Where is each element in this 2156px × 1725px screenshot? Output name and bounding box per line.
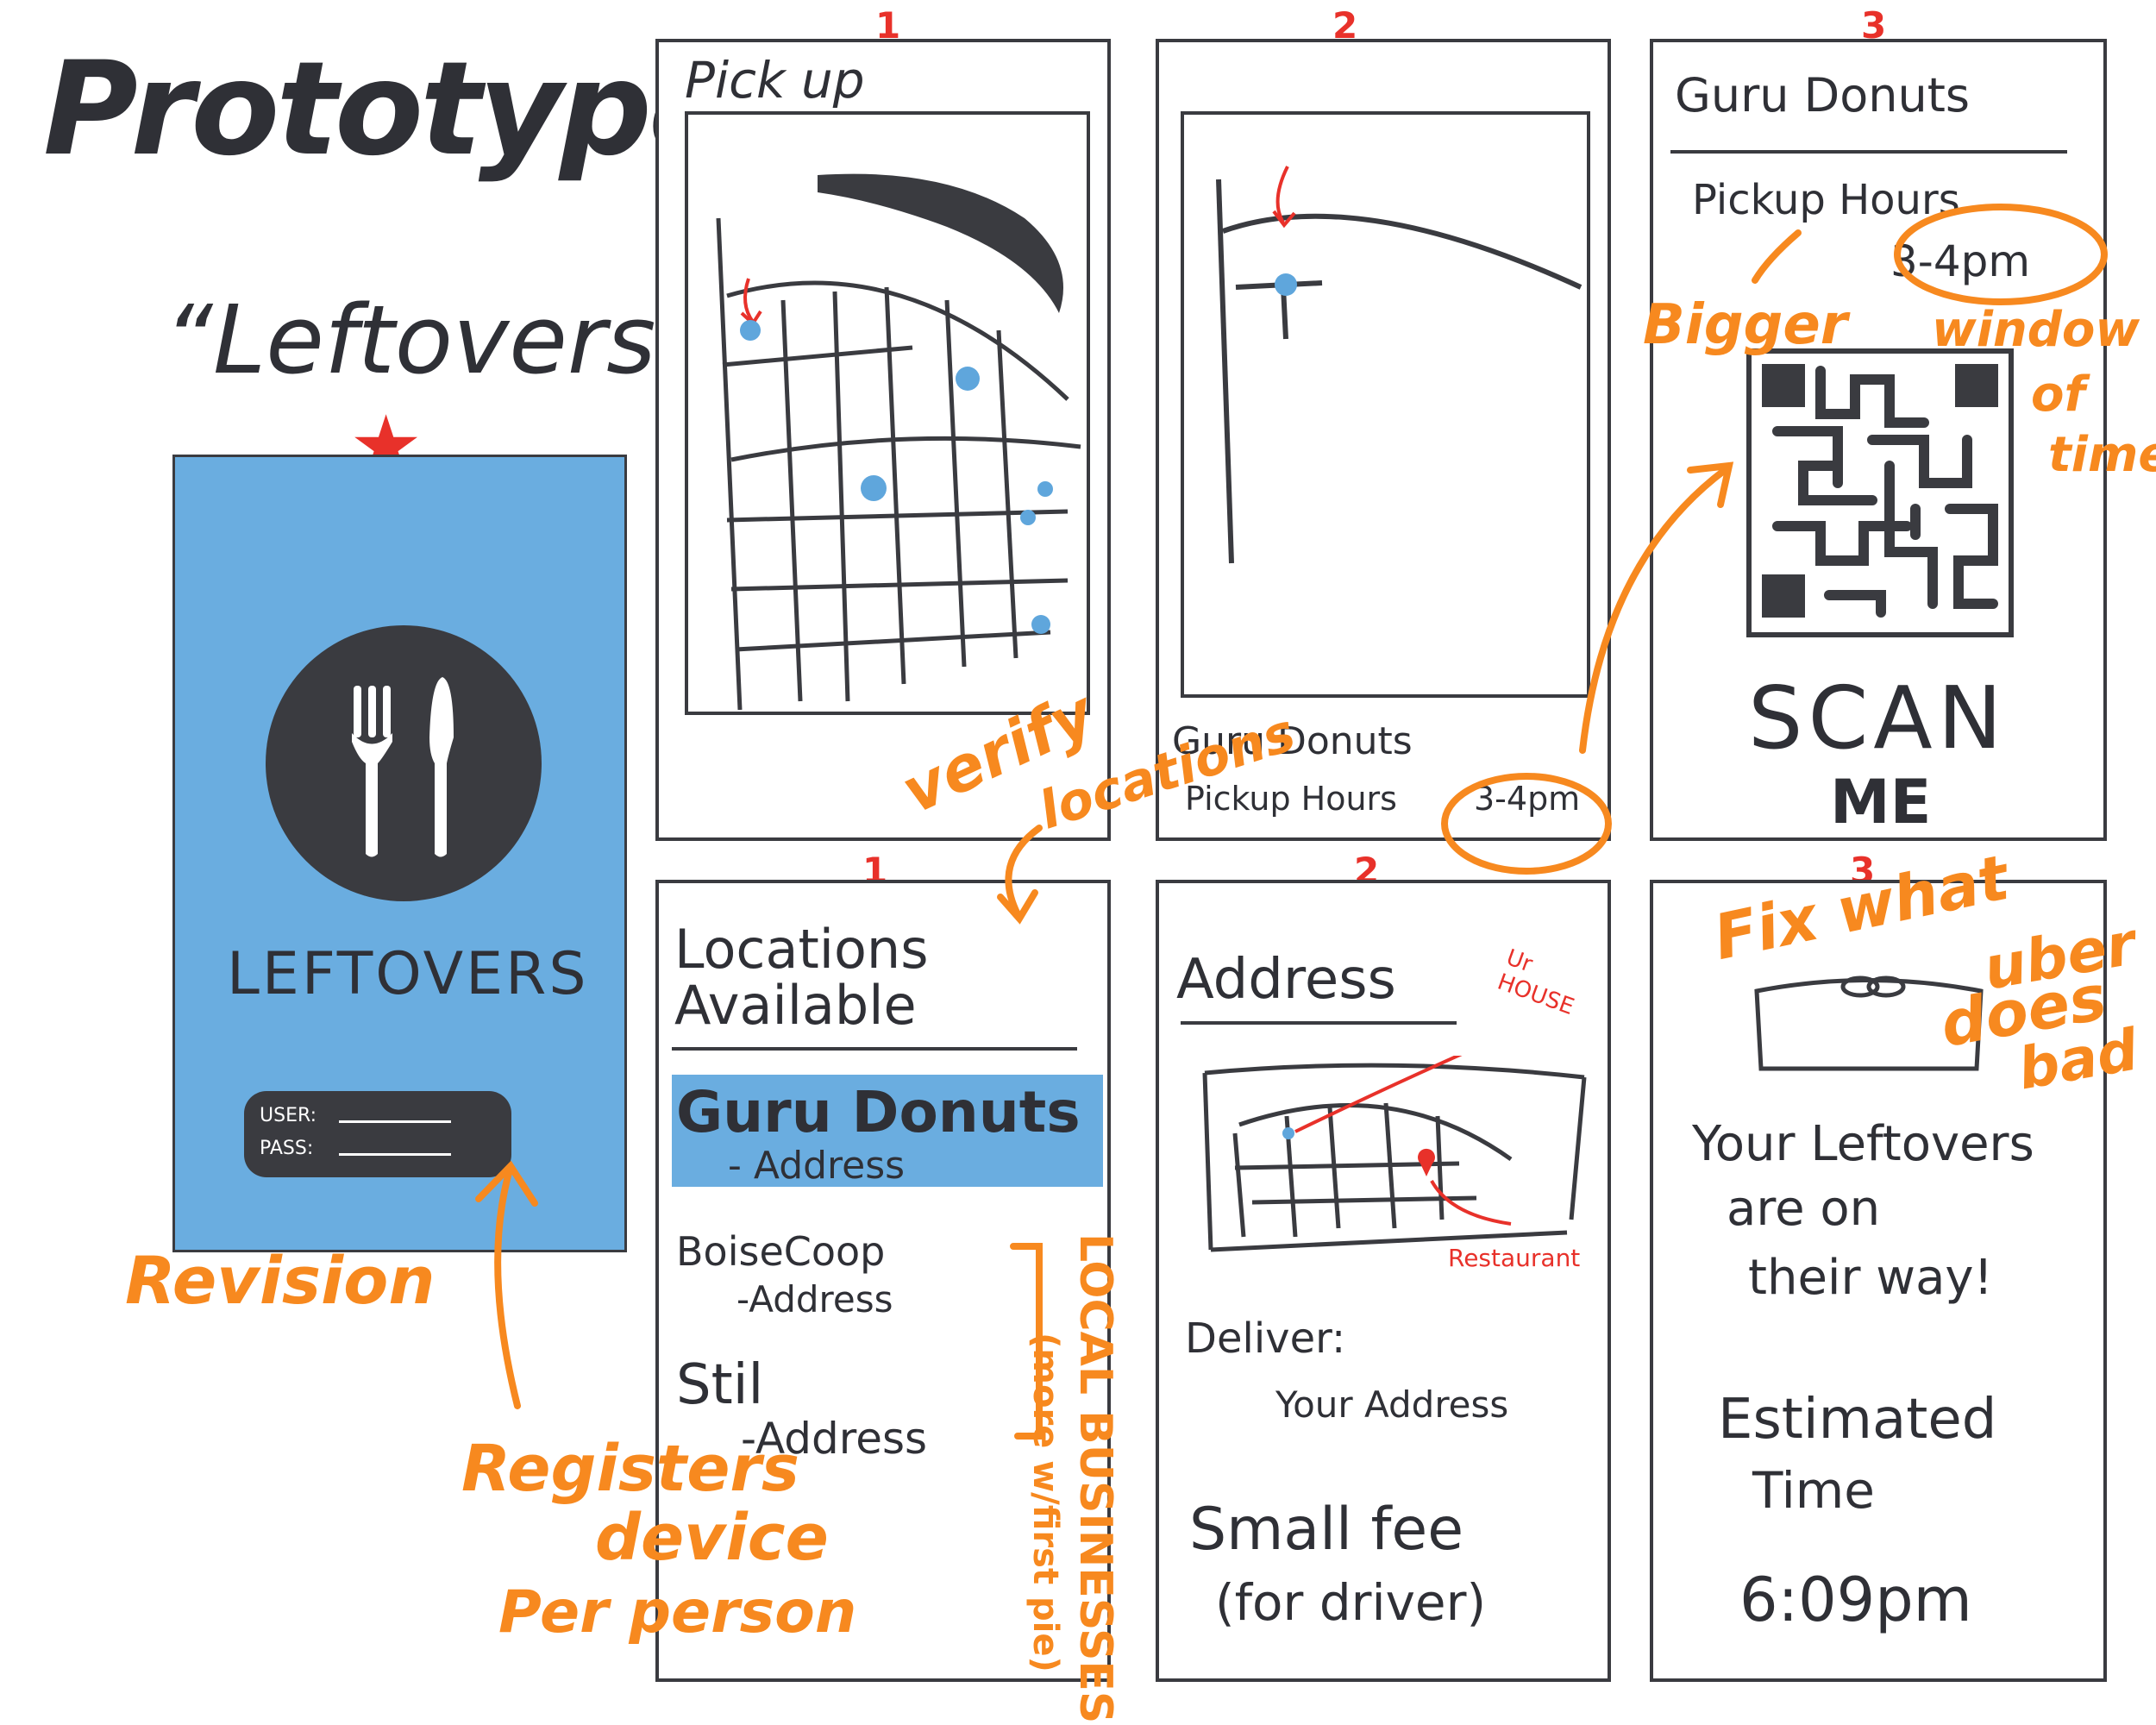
pass-field[interactable]	[339, 1153, 451, 1156]
pickup-hours-label: Pickup Hours	[1692, 176, 1960, 224]
app-name: LEFTOVERS	[227, 940, 589, 1008]
screen-title: Locations	[674, 918, 929, 981]
login-form[interactable]: USER: PASS:	[244, 1091, 511, 1177]
status-message: Your Leftovers	[1692, 1116, 2034, 1172]
qr-code[interactable]	[1746, 348, 2014, 637]
delivery-map	[1200, 1056, 1589, 1254]
map-drawing	[716, 173, 1081, 711]
map-drawing	[1216, 166, 1583, 564]
screen-title: Address	[1176, 948, 1396, 1012]
scan-label: SCAN	[1748, 668, 2008, 768]
more-first-pie-note: (more w/first pie)	[1025, 1333, 1065, 1672]
estimated-label: Estimated	[1718, 1388, 1997, 1452]
fee-line1: Small fee	[1189, 1496, 1464, 1564]
location-pin-icon[interactable]	[1037, 481, 1053, 497]
of-note: of	[2031, 367, 2085, 423]
prototype-subtitle: “Leftovers”	[164, 285, 705, 395]
pass-label: PASS:	[260, 1138, 314, 1159]
revision-note: Revision	[125, 1242, 436, 1319]
location-pin-icon[interactable]	[1020, 510, 1036, 525]
house-label: Ur HOUSE	[1494, 944, 1578, 1021]
location-pin-icon[interactable]	[956, 367, 980, 391]
estimated-time: 6:09pm	[1739, 1565, 1972, 1635]
user-label: USER:	[260, 1105, 317, 1126]
location-item-selected[interactable]: Guru Donuts - Address	[672, 1075, 1103, 1188]
pickup-hours-value: 3-4pm	[1890, 236, 2031, 286]
location-name: Stil	[676, 1353, 764, 1417]
restaurant-label: Restaurant	[1448, 1244, 1581, 1272]
location-address: -Address	[736, 1278, 893, 1320]
store-pin-icon[interactable]	[1275, 273, 1297, 296]
screen-title: Pick up	[685, 51, 865, 110]
deliver-address: Your Address	[1275, 1383, 1509, 1426]
window-note: window	[1932, 302, 2140, 358]
map-frame	[685, 111, 1090, 715]
registers-note: Registers	[461, 1432, 799, 1506]
screen-title-line2: Available	[674, 974, 917, 1037]
bigger-note: Bigger	[1643, 293, 1848, 357]
map-frame	[1181, 111, 1590, 698]
location-pin-icon[interactable]	[1031, 615, 1050, 634]
location-pin-icon[interactable]	[740, 320, 761, 341]
map-drawing	[1202, 1056, 1587, 1252]
location-name: Guru Donuts	[676, 1079, 1081, 1145]
location-name: BoiseCoop	[676, 1228, 886, 1275]
local-businesses-note: LOCAL BUSINESSES	[1069, 1233, 1121, 1724]
pickup-hours-value: 3-4pm	[1474, 780, 1581, 818]
time-note: time	[2048, 427, 2156, 483]
status-message-line3: their way!	[1748, 1250, 1993, 1306]
per-person-note: Per person	[498, 1578, 857, 1647]
knife-icon	[429, 677, 454, 857]
location-pin-icon[interactable]	[861, 475, 887, 501]
store-name: Guru Donuts	[1675, 68, 1971, 122]
login-screen: LEFTOVERS USER: PASS:	[172, 455, 627, 1252]
location-item[interactable]: BoiseCoop -Address	[672, 1228, 1017, 1323]
qr-code-pattern	[1762, 364, 1998, 618]
deliver-label: Deliver:	[1185, 1314, 1346, 1363]
me-label: ME	[1830, 767, 1932, 837]
qr-screen: Guru Donuts Pickup Hours 3-4pm SCAN ME	[1650, 39, 2107, 841]
user-field[interactable]	[339, 1120, 451, 1123]
device-note: device	[595, 1501, 829, 1575]
location-address: - Address	[728, 1144, 906, 1188]
fee-line2: (for driver)	[1215, 1573, 1487, 1632]
status-message-line2: are on	[1727, 1181, 1881, 1237]
logo-circle	[266, 625, 542, 901]
time-label: Time	[1752, 1461, 1875, 1520]
address-screen: Address Ur HOUSE Restaurant Deliver: You…	[1156, 880, 1611, 1682]
